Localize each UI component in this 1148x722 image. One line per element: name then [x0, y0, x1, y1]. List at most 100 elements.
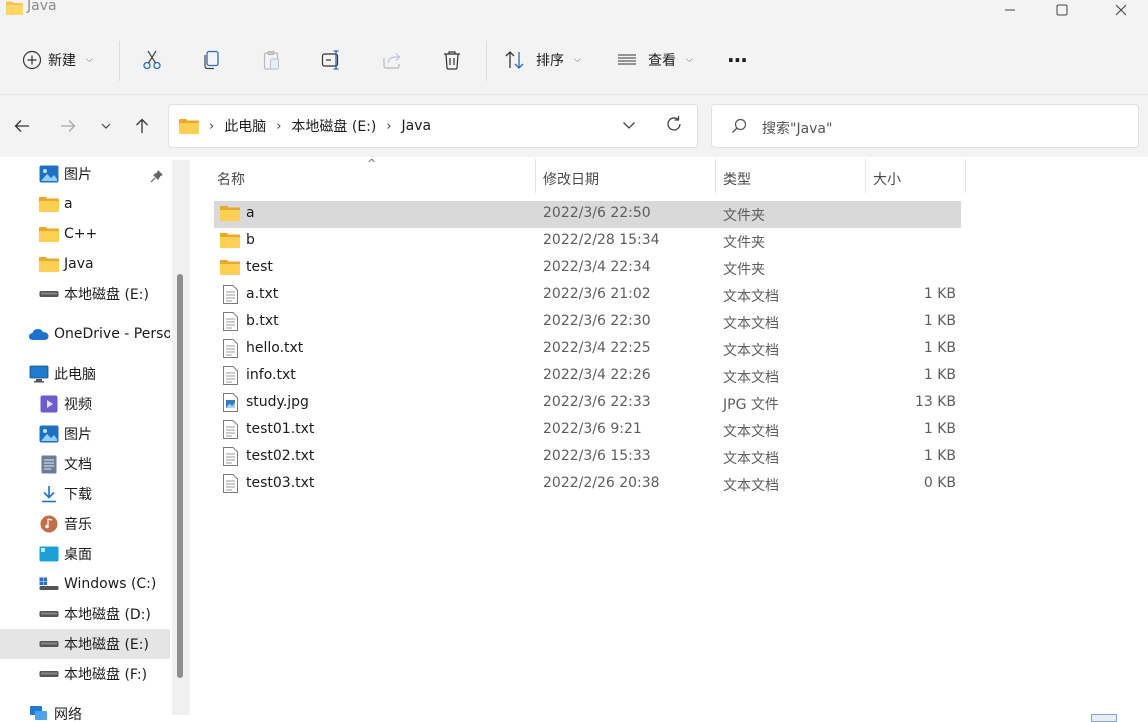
paste-button[interactable]: [261, 42, 283, 78]
up-button[interactable]: [130, 115, 154, 137]
close-button[interactable]: [1098, 0, 1144, 20]
sidebar-item-label: Windows (C:): [64, 576, 157, 592]
sidebar-item-drive-e[interactable]: 本地磁盘 (E:): [0, 629, 170, 659]
sidebar-item-label: 本地磁盘 (F:): [64, 667, 148, 683]
folder-icon: [179, 119, 199, 134]
address-history-button[interactable]: [621, 117, 637, 137]
view-toggle[interactable]: [1091, 714, 1117, 722]
forward-button[interactable]: [56, 115, 80, 137]
sidebar-item-label: 图片: [64, 427, 92, 443]
address-bar[interactable]: › 此电脑 › 本地磁盘 (E:) › Java: [168, 104, 698, 148]
sidebar-item-pictures-pinned[interactable]: 图片: [0, 159, 170, 189]
column-divider[interactable]: [865, 159, 866, 193]
sidebar-item-pictures[interactable]: 图片: [0, 419, 170, 449]
breadcrumb-java[interactable]: Java: [402, 118, 432, 134]
minimize-button[interactable]: [987, 0, 1033, 20]
file-row[interactable]: test 2022/3/4 22:34 文件夹: [214, 255, 961, 282]
file-name: hello.txt: [246, 340, 304, 356]
share-button[interactable]: [381, 42, 403, 78]
sidebar-item-label: 本地磁盘 (D:): [64, 607, 151, 623]
breadcrumb-drive-e[interactable]: 本地磁盘 (E:): [291, 116, 376, 136]
file-row[interactable]: info.txt 2022/3/4 22:26 文本文档 1 KB: [214, 363, 961, 390]
search-box[interactable]: 搜索"Java": [711, 104, 1139, 148]
column-divider[interactable]: [715, 159, 716, 193]
file-row[interactable]: a 2022/3/6 22:50 文件夹: [214, 201, 961, 228]
column-header-type[interactable]: 类型: [723, 165, 751, 193]
sidebar-item-label: 网络: [54, 707, 82, 722]
sidebar-item-drive-d[interactable]: 本地磁盘 (D:): [0, 599, 170, 629]
file-type: 文本文档: [723, 478, 779, 494]
refresh-button[interactable]: [664, 114, 684, 138]
sidebar-item-drive-e-quick[interactable]: 本地磁盘 (E:): [0, 279, 170, 309]
column-header-size[interactable]: 大小: [873, 165, 901, 193]
more-options-button[interactable]: ···: [727, 42, 748, 78]
sidebar-item-cpp[interactable]: C++: [0, 219, 170, 249]
pictures-icon: [39, 165, 59, 183]
file-size: 1 KB: [923, 340, 956, 356]
column-divider[interactable]: [535, 159, 536, 193]
sidebar-item-music[interactable]: 音乐: [0, 509, 170, 539]
navigation-pane: 图片 a C++ Java 本地磁盘 (E:) OneDrive - Perso…: [0, 157, 190, 722]
file-date: 2022/3/6 9:21: [543, 421, 642, 437]
file-row[interactable]: hello.txt 2022/3/4 22:25 文本文档 1 KB: [214, 336, 961, 363]
breadcrumb-this-pc[interactable]: 此电脑: [224, 116, 266, 136]
copy-button[interactable]: [201, 42, 223, 78]
divider: [486, 41, 487, 81]
sidebar-item-label: Java: [64, 256, 94, 272]
sidebar-item-a[interactable]: a: [0, 189, 170, 219]
column-divider[interactable]: [965, 159, 966, 193]
file-name: a.txt: [246, 286, 279, 302]
new-button[interactable]: 新建 ⌵: [22, 42, 93, 78]
sidebar-item-desktop[interactable]: 桌面: [0, 539, 170, 569]
chevron-right-icon: ›: [386, 118, 392, 134]
back-button[interactable]: [10, 115, 34, 137]
delete-button[interactable]: [441, 42, 463, 78]
cut-icon: [143, 50, 161, 70]
rename-button[interactable]: [321, 42, 343, 78]
text-file-icon: [220, 365, 240, 385]
file-size: 1 KB: [923, 421, 956, 437]
file-row[interactable]: test01.txt 2022/3/6 9:21 文本文档 1 KB: [214, 417, 961, 444]
rename-icon: [321, 50, 339, 70]
file-name: test01.txt: [246, 421, 315, 437]
sidebar-item-label: 文档: [64, 457, 92, 473]
file-type: 文本文档: [723, 424, 779, 440]
sort-icon: [505, 51, 524, 69]
folder-icon: [220, 231, 240, 249]
column-header-date[interactable]: 修改日期: [543, 165, 599, 193]
sidebar-item-java[interactable]: Java: [0, 249, 170, 279]
file-name: info.txt: [246, 367, 296, 383]
file-row[interactable]: a.txt 2022/3/6 21:02 文本文档 1 KB: [214, 282, 961, 309]
column-header-name[interactable]: 名称: [217, 165, 245, 193]
sidebar-item-label: 音乐: [64, 517, 92, 533]
desktop-icon: [39, 545, 59, 563]
file-date: 2022/2/26 20:38: [543, 475, 660, 491]
file-type: 文件夹: [723, 208, 765, 224]
documents-icon: [39, 455, 59, 473]
file-row[interactable]: study.jpg 2022/3/6 22:33 JPG 文件 13 KB: [214, 390, 961, 417]
sidebar-item-downloads[interactable]: 下载: [0, 479, 170, 509]
file-row[interactable]: test02.txt 2022/3/6 15:33 文本文档 1 KB: [214, 444, 961, 471]
file-row[interactable]: test03.txt 2022/2/26 20:38 文本文档 0 KB: [214, 471, 961, 498]
view-button[interactable]: 查看 ⌵: [616, 42, 693, 78]
file-type: 文件夹: [723, 262, 765, 278]
file-type: 文本文档: [723, 289, 779, 305]
file-row[interactable]: b 2022/2/28 15:34 文件夹: [214, 228, 961, 255]
file-size: 1 KB: [923, 367, 956, 383]
sidebar-item-onedrive[interactable]: OneDrive - Perso: [0, 319, 170, 349]
recent-locations-button[interactable]: [94, 115, 118, 137]
sidebar-item-documents[interactable]: 文档: [0, 449, 170, 479]
text-file-icon: [220, 446, 240, 466]
sidebar-item-network[interactable]: 网络: [0, 699, 170, 722]
sidebar-item-videos[interactable]: 视频: [0, 389, 170, 419]
sort-label: 排序: [536, 53, 564, 69]
sidebar-item-drive-c[interactable]: Windows (C:): [0, 569, 170, 599]
sidebar-scrollbar-thumb[interactable]: [177, 274, 183, 678]
sidebar-item-this-pc[interactable]: 此电脑: [0, 359, 170, 389]
cut-button[interactable]: [141, 42, 163, 78]
sidebar-item-drive-f[interactable]: 本地磁盘 (F:): [0, 659, 170, 689]
sort-button[interactable]: 排序 ⌵: [504, 42, 581, 78]
maximize-button[interactable]: [1039, 0, 1085, 20]
file-row[interactable]: b.txt 2022/3/6 22:30 文本文档 1 KB: [214, 309, 961, 336]
window-title: Java: [27, 0, 57, 14]
